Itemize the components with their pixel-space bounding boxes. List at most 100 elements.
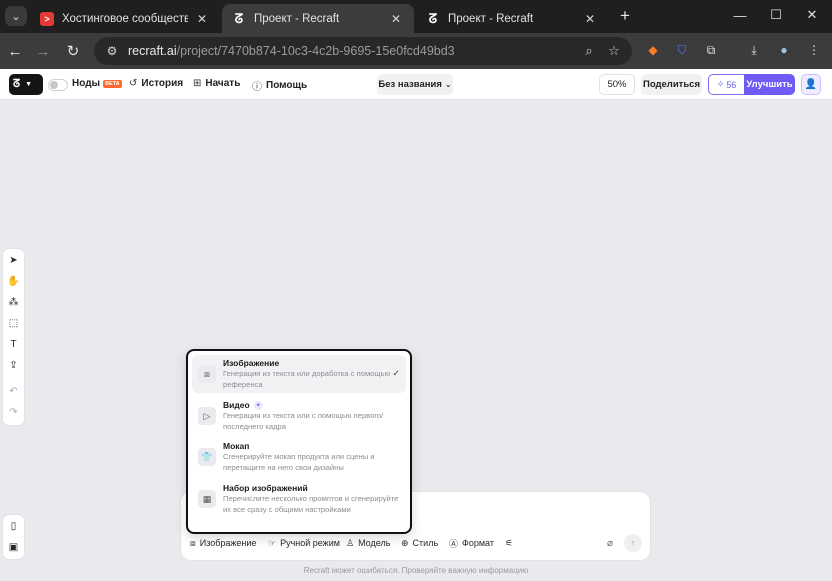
help-button[interactable]: ⓘ Помощь xyxy=(252,78,307,93)
nodes-label-group[interactable]: Ноды BETA xyxy=(72,78,122,89)
menu-item-image-set[interactable]: ▦ Набор изображений Перечислите нескольк… xyxy=(192,480,406,518)
hand-pan-icon[interactable]: ✋ xyxy=(3,273,24,289)
tshirt-icon: 👕 xyxy=(198,448,216,466)
menu-item-title-text: Видео xyxy=(223,400,250,410)
left-toolbar: ➤ ✋ ⁂ ⬚ T ⇪ ↶ ↷ xyxy=(3,249,24,425)
new-tab-icon[interactable]: + xyxy=(614,6,636,26)
history-button[interactable]: ↺ История xyxy=(129,78,183,89)
nodes-label: Ноды xyxy=(72,78,101,89)
send-arrow-icon[interactable]: ↑ xyxy=(624,534,642,552)
address-bar[interactable]: ⚙ recraft.ai/project/7470b874-10c3-4c2b-… xyxy=(94,37,632,65)
upload-icon[interactable]: ⇪ xyxy=(3,357,24,373)
browser-tab-3[interactable]: ᘔ Проект - Recraft ✕ xyxy=(416,4,608,33)
undo-icon[interactable]: ↶ xyxy=(3,383,24,399)
menu-item-title-text: Изображение xyxy=(223,358,280,368)
recraft-logo-icon: ᘔ xyxy=(13,78,21,90)
bookmark-star-icon[interactable]: ☆ xyxy=(605,42,623,60)
select-cursor-icon[interactable]: ➤ xyxy=(3,252,24,268)
history-icon: ↺ xyxy=(129,78,138,89)
close-tab-icon[interactable]: ✕ xyxy=(582,11,598,27)
format-label: Формат xyxy=(462,538,494,548)
format-button[interactable]: Ⓐ Формат xyxy=(449,537,494,550)
menu-item-description: Перечислите несколько промптов и сгенери… xyxy=(223,494,399,514)
url-text: recraft.ai/project/7470b874-10c3-4c2b-96… xyxy=(128,44,455,58)
url-path: /project/7470b874-10c3-4c2b-9695-15e0fcd… xyxy=(176,44,455,58)
document-name: Без названия xyxy=(378,79,442,90)
shapes-icon[interactable]: ⁂ xyxy=(3,294,24,310)
back-icon[interactable]: ← xyxy=(4,40,26,62)
recraft-logo-menu-button[interactable]: ᘔ ▼ xyxy=(9,74,43,95)
frame-icon[interactable]: ⬚ xyxy=(3,315,24,331)
extensions-puzzle-icon[interactable]: ⧉ xyxy=(701,40,721,60)
menu-item-mockup[interactable]: 👕 Мокап Сгенерируйте мокап продукта или … xyxy=(192,438,406,476)
window-close-icon[interactable]: ✕ xyxy=(794,4,830,26)
settings-sliders-icon[interactable]: ⚟ xyxy=(505,538,517,549)
history-label: История xyxy=(141,78,184,89)
favicon-hosting-icon: > xyxy=(40,11,54,26)
url-host: recraft.ai xyxy=(128,44,177,58)
menu-item-video[interactable]: ▷ Видео ✦ Генерация из текста или с помощ… xyxy=(192,397,406,435)
attach-paperclip-icon[interactable]: ⌀ xyxy=(603,534,617,552)
menu-item-title: Набор изображений xyxy=(223,483,308,493)
close-tab-icon[interactable]: ✕ xyxy=(388,11,404,27)
start-button[interactable]: ⊞ Начать xyxy=(193,78,240,89)
favicon-recraft-icon: ᘔ xyxy=(428,10,438,26)
manual-mode-button[interactable]: ☞ Ручной режим xyxy=(268,538,340,549)
extension-fox-icon[interactable]: ◆ xyxy=(643,40,663,60)
bottom-panel-icon[interactable]: ▣ xyxy=(3,539,24,555)
extension-shield-icon[interactable]: ⛉ xyxy=(672,40,692,60)
manual-mode-label: Ручной режим xyxy=(280,538,340,548)
share-button[interactable]: Поделиться xyxy=(641,74,702,95)
credits-counter[interactable]: ✧ 56 xyxy=(708,74,744,95)
close-tab-icon[interactable]: ✕ xyxy=(194,11,210,27)
nodes-toggle[interactable] xyxy=(48,79,68,91)
model-icon: ♙ xyxy=(346,537,355,548)
premium-sparkle-icon: ✦ xyxy=(253,400,263,410)
menu-item-title-text: Набор изображений xyxy=(223,483,308,493)
zoom-lens-icon[interactable]: ⌕ xyxy=(580,42,598,60)
menu-item-description: Генерация из текста или с помощью первог… xyxy=(223,411,384,431)
minimize-icon[interactable]: — xyxy=(722,4,758,26)
help-label: Помощь xyxy=(266,80,308,91)
layers-panel-icon[interactable]: ▯ xyxy=(3,518,24,534)
browser-tab-2[interactable]: ᘔ Проект - Recraft ✕ xyxy=(222,4,414,33)
tab-title: Хостинговое сообщество «Tim xyxy=(62,12,188,25)
document-name-dropdown[interactable]: Без названия ⌄ xyxy=(377,74,453,95)
profile-avatar-icon[interactable]: ● xyxy=(774,40,794,60)
left-panel-toggles: ▯ ▣ xyxy=(3,515,24,559)
disclaimer-text: Recraft может ошибаться. Проверяйте важн… xyxy=(303,566,529,575)
download-icon[interactable]: ⤓ xyxy=(744,40,764,60)
start-label: Начать xyxy=(205,78,241,89)
redo-icon[interactable]: ↷ xyxy=(3,404,24,420)
mode-dropdown-menu: ⧈ Изображение Генерация из текста или до… xyxy=(186,349,412,534)
prompt-options-bar: ⧈ Изображение ☞ Ручной режим ♙ Модель ⊕ … xyxy=(181,534,650,552)
menu-item-image[interactable]: ⧈ Изображение Генерация из текста или до… xyxy=(192,355,406,393)
chevron-down-icon: ⌄ xyxy=(444,80,452,89)
app-header: ᘔ ▼ Ноды BETA ↺ История ⊞ Начать ⓘ Помощь… xyxy=(0,69,832,100)
image-icon: ⧈ xyxy=(190,537,196,548)
reload-icon[interactable]: ↻ xyxy=(62,40,84,62)
browser-tab-1[interactable]: > Хостинговое сообщество «Tim ✕ xyxy=(30,4,220,33)
site-settings-icon[interactable]: ⚙ xyxy=(100,44,124,58)
chevron-down-icon: ▼ xyxy=(25,81,33,88)
video-play-icon: ▷ xyxy=(198,407,216,425)
menu-item-title: Изображение xyxy=(223,358,279,368)
mode-image-button[interactable]: ⧈ Изображение xyxy=(190,538,256,549)
forward-icon[interactable]: → xyxy=(32,40,54,62)
model-label: Модель xyxy=(358,538,391,548)
zoom-level-button[interactable]: 50% xyxy=(599,74,635,95)
menu-item-description: Сгенерируйте мокап продукта или сцены и … xyxy=(223,452,375,472)
beta-badge: BETA xyxy=(103,79,122,88)
user-avatar-icon[interactable]: 👤 xyxy=(801,74,821,95)
model-button[interactable]: ♙ Модель xyxy=(346,538,390,549)
sliders-icon: ⚟ xyxy=(505,537,514,548)
checkmark-icon: ✓ xyxy=(392,368,400,378)
maximize-icon[interactable]: ☐ xyxy=(758,4,794,26)
upgrade-button[interactable]: Улучшить xyxy=(744,74,795,95)
style-button[interactable]: ⊕ Стиль xyxy=(401,538,438,549)
text-tool-icon[interactable]: T xyxy=(3,336,24,352)
menu-item-title: Мокап xyxy=(223,441,249,451)
browser-menu-icon[interactable]: ⋮ xyxy=(804,40,824,60)
tab-search-chevron-icon[interactable]: ⌄ xyxy=(5,6,27,26)
image-grid-icon: ▦ xyxy=(198,490,216,508)
